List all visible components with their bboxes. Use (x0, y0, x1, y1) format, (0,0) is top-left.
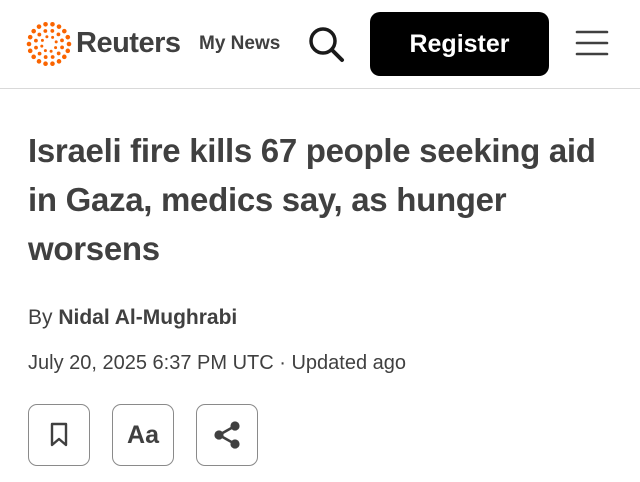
article-dateline: July 20, 2025 6:37 PM UTC · Updated ago (28, 352, 406, 374)
article-headline: Israeli fire kills 67 people seeking aid… (28, 132, 596, 267)
share-icon (214, 421, 240, 449)
site-header: Reuters My News Register (0, 0, 640, 89)
hamburger-menu-icon[interactable] (575, 28, 609, 58)
author-link[interactable]: Nidal Al-Mughrabi (58, 306, 237, 329)
share-button[interactable] (196, 404, 258, 466)
article-byline: By Nidal Al-Mughrabi (28, 305, 237, 331)
register-button[interactable]: Register (370, 12, 549, 76)
search-icon[interactable] (306, 24, 346, 64)
reuters-logo-icon (26, 22, 72, 66)
text-size-icon: Aa (127, 420, 159, 449)
byline-prefix: By (28, 306, 53, 329)
my-news-link[interactable]: My News (199, 33, 280, 55)
save-article-button[interactable] (28, 404, 90, 466)
bookmark-icon (50, 422, 68, 447)
reuters-logo-text: Reuters (76, 27, 181, 59)
text-size-button[interactable]: Aa (112, 404, 174, 466)
